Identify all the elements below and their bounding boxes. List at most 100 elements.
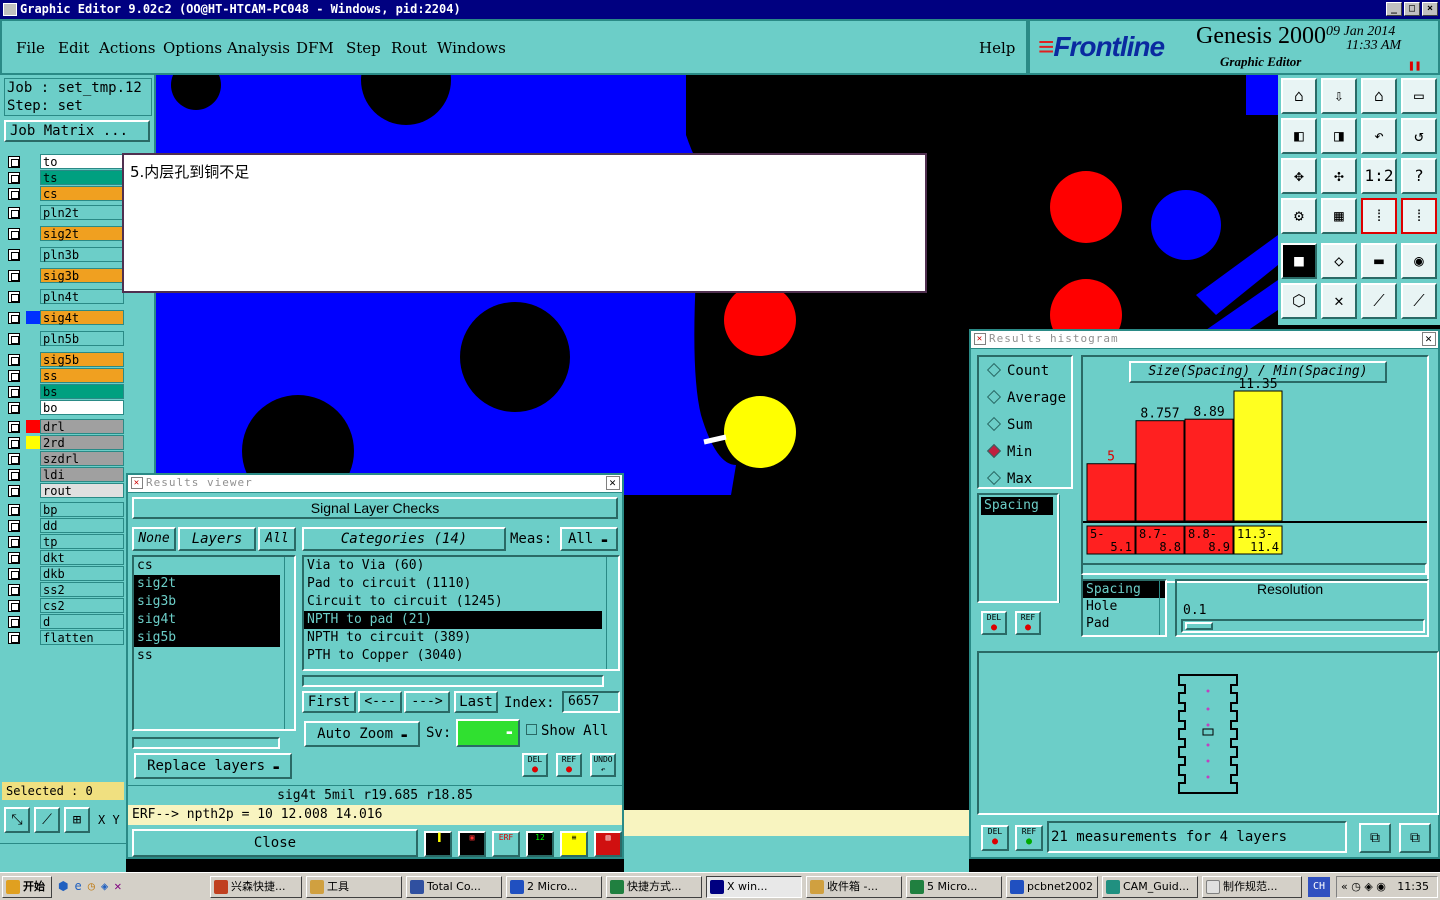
layer-checkbox[interactable] xyxy=(8,291,20,303)
layer-name[interactable]: sig4t xyxy=(40,310,124,325)
layer-row-sig2t[interactable]: sig2t xyxy=(6,226,124,241)
category-item[interactable]: Circuit to circuit (1245) xyxy=(304,593,602,611)
radio-max[interactable]: Max xyxy=(986,470,1032,487)
resolution-list-scrollbar[interactable] xyxy=(1159,581,1171,635)
layer-checkbox[interactable] xyxy=(8,421,20,433)
compare-icon[interactable]: 12 xyxy=(526,831,554,857)
tool-connect-icon[interactable]: ⬡ xyxy=(1281,283,1317,319)
tool-pan-icon[interactable]: ✣ xyxy=(1321,158,1357,194)
layer-name[interactable]: pln5b xyxy=(40,331,124,346)
layer-name[interactable]: sig5b xyxy=(40,352,124,367)
layer-checkbox[interactable] xyxy=(8,270,20,282)
layer-color-swatch[interactable] xyxy=(26,436,40,449)
layer-color-swatch[interactable] xyxy=(26,420,40,433)
results-viewer-close-icon[interactable]: ✕ xyxy=(606,476,620,490)
show-all-checkbox[interactable]: Show All xyxy=(526,723,608,739)
next-button[interactable]: ---> xyxy=(404,691,450,713)
task-item[interactable]: X win... xyxy=(706,876,802,898)
layer-color-swatch[interactable] xyxy=(26,187,40,200)
layer-checkbox[interactable] xyxy=(8,632,20,644)
histogram-hscroll[interactable] xyxy=(1081,563,1427,575)
layer-checkbox[interactable] xyxy=(8,172,20,184)
close-window-button[interactable]: × xyxy=(1422,2,1438,16)
layer-name[interactable]: bo xyxy=(40,400,124,415)
resolution-slider-thumb[interactable] xyxy=(1185,622,1213,630)
layer-row-2rd[interactable]: 2rd xyxy=(6,435,124,450)
histogram-bar[interactable] xyxy=(1233,390,1283,522)
category-item[interactable]: Pad to circuit (1110) xyxy=(304,575,602,593)
layer-checkbox[interactable] xyxy=(8,207,20,219)
layer-checkbox[interactable] xyxy=(8,552,20,564)
layer-color-swatch[interactable] xyxy=(26,248,40,261)
layer-name[interactable]: d xyxy=(40,614,124,629)
layer-checkbox[interactable] xyxy=(8,536,20,548)
start-button[interactable]: 开始 xyxy=(2,876,52,898)
layer-list-scrollbar[interactable] xyxy=(284,557,296,729)
layer-results-list[interactable]: cs sig2t sig3b sig4t sig5b ss xyxy=(132,555,296,731)
hist-ref-button[interactable]: REF ● xyxy=(1015,611,1041,635)
menu-step[interactable]: Step xyxy=(346,39,381,57)
layer-color-swatch[interactable] xyxy=(26,599,40,612)
menu-windows[interactable]: Windows xyxy=(437,39,506,57)
measure-list-scrollbar[interactable] xyxy=(1059,495,1071,603)
layer-row-pln3b[interactable]: pln3b xyxy=(6,247,124,262)
layer-row-sig4t[interactable]: sig4t xyxy=(6,310,124,325)
layer-row-ss2[interactable]: ss2 xyxy=(6,582,124,597)
preview-ref-button[interactable]: REF ● xyxy=(1015,825,1043,851)
layer-color-swatch[interactable] xyxy=(26,452,40,465)
layer-color-swatch[interactable] xyxy=(26,227,40,240)
tool-back-icon[interactable]: ↶ xyxy=(1361,118,1397,154)
layer-name[interactable]: cs xyxy=(40,186,124,201)
tool-window-icon[interactable]: ▭ xyxy=(1401,78,1437,114)
task-item[interactable]: 2 Micro... xyxy=(506,876,602,898)
layer-color-swatch[interactable] xyxy=(26,503,40,516)
layer-checkbox[interactable] xyxy=(8,437,20,449)
layer-result-item[interactable]: ss xyxy=(134,647,280,665)
tool-line2-icon[interactable]: ⟋ xyxy=(1401,283,1437,319)
layer-row-drl[interactable]: drl xyxy=(6,419,124,434)
layer-color-swatch[interactable] xyxy=(26,401,40,414)
layer-checkbox[interactable] xyxy=(8,453,20,465)
category-item[interactable]: PTH to Copper (3040) xyxy=(304,647,602,665)
job-matrix-button[interactable]: Job Matrix ... xyxy=(4,120,150,142)
layer-checkbox[interactable] xyxy=(8,616,20,628)
layer-name[interactable]: ts xyxy=(40,170,124,185)
tool-outline-icon[interactable]: ◇ xyxy=(1321,243,1357,279)
menu-help[interactable]: Help xyxy=(979,39,1015,57)
layer-color-swatch[interactable] xyxy=(26,311,40,324)
tool-scale-icon[interactable]: 1:2 xyxy=(1361,158,1397,194)
histogram-close-icon[interactable]: ✕ xyxy=(1422,332,1436,346)
meas-dropdown[interactable]: All ▬ xyxy=(560,527,618,551)
layer-name[interactable]: ss xyxy=(40,368,124,383)
layer-row-ldi[interactable]: ldi xyxy=(6,467,124,482)
layers-button[interactable]: Layers xyxy=(178,527,256,551)
layer-color-swatch[interactable] xyxy=(26,551,40,564)
task-item[interactable]: Total Co... xyxy=(406,876,502,898)
undo-button[interactable]: UNDO ↶ xyxy=(590,753,616,777)
layer-checkbox[interactable] xyxy=(8,469,20,481)
layer-color-swatch[interactable] xyxy=(26,468,40,481)
layer-color-swatch[interactable] xyxy=(26,171,40,184)
layer-name[interactable]: sig2t xyxy=(40,226,124,241)
layer-result-item[interactable]: cs xyxy=(134,557,280,575)
layer-name[interactable]: ss2 xyxy=(40,582,124,597)
layer-row-rout[interactable]: rout xyxy=(6,483,124,498)
layer-checkbox[interactable] xyxy=(8,333,20,345)
task-item[interactable]: pcbnet2002 xyxy=(1006,876,1098,898)
category-list[interactable]: Via to Via (60) Pad to circuit (1110) Circ… xyxy=(302,555,620,671)
layer-result-item[interactable]: sig5b xyxy=(134,629,280,647)
layer-row-dd[interactable]: dd xyxy=(6,518,124,533)
tool-ruler-icon[interactable]: ▬ xyxy=(1361,243,1397,279)
task-item[interactable]: 制作规范... xyxy=(1202,876,1302,898)
index-input[interactable]: 6657 xyxy=(562,691,620,713)
layer-checkbox[interactable] xyxy=(8,520,20,532)
layer-color-swatch[interactable] xyxy=(26,535,40,548)
layer-color-swatch[interactable] xyxy=(26,583,40,596)
layer-row-pln2t[interactable]: pln2t xyxy=(6,205,124,220)
category-item[interactable]: NPTH to circuit (389) xyxy=(304,629,602,647)
snap-icon[interactable]: ⤡ xyxy=(4,807,30,833)
layer-row-tp[interactable]: tp xyxy=(6,534,124,549)
layer-color-swatch[interactable] xyxy=(26,206,40,219)
layer-name[interactable]: sig3b xyxy=(40,268,124,283)
tool-zoom-fit-icon[interactable]: ✥ xyxy=(1281,158,1317,194)
